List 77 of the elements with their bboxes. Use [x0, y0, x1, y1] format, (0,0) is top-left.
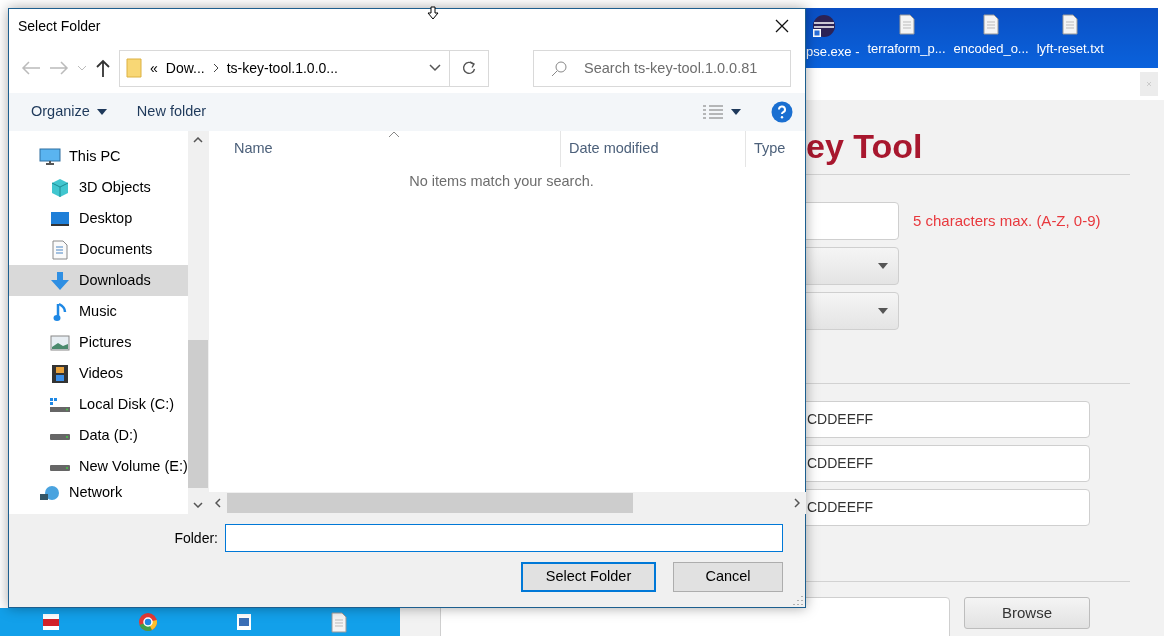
- breadcrumb-item[interactable]: Dow...: [165, 57, 205, 79]
- folder-icon: [126, 58, 142, 78]
- nav-item[interactable]: Network: [9, 482, 188, 504]
- music-note-icon: [53, 301, 67, 322]
- nav-item[interactable]: 3D Objects: [9, 172, 188, 203]
- down-arrow-icon: [50, 270, 70, 291]
- picture-icon: [50, 334, 70, 351]
- chevron-down-icon[interactable]: [192, 502, 203, 508]
- refresh-icon: [462, 61, 476, 75]
- scrollbar-thumb[interactable]: [227, 493, 633, 513]
- nav-item[interactable]: Music: [9, 296, 188, 327]
- breadcrumb-item[interactable]: ts-key-tool.1.0.0...: [226, 57, 338, 79]
- drive-icon: [49, 396, 71, 413]
- computer-icon: [39, 147, 61, 166]
- address-bar[interactable]: « Dow... ts-key-tool.1.0.0...: [119, 49, 450, 87]
- search-icon: [551, 60, 567, 77]
- browse-button[interactable]: Browse: [964, 597, 1090, 629]
- folder-field[interactable]: [225, 524, 783, 552]
- nav-item[interactable]: Videos: [9, 358, 188, 389]
- window-app-icon[interactable]: [812, 14, 836, 38]
- search-field[interactable]: Search ts-key-tool.1.0.0.81: [533, 49, 791, 87]
- organize-menu[interactable]: Organize: [31, 101, 107, 123]
- caret-icon: [96, 109, 107, 115]
- list-view-icon: [702, 105, 724, 119]
- document-icon[interactable]: [897, 14, 916, 35]
- nav-item[interactable]: New Volume (E:): [9, 451, 188, 482]
- desktop-icon-label[interactable]: terraform_p...: [867, 39, 946, 59]
- horizontal-scrollbar[interactable]: [209, 492, 806, 514]
- chevron-up-icon[interactable]: [192, 137, 203, 143]
- desktop-icon-label[interactable]: encoded_o...: [953, 39, 1029, 59]
- nav-item[interactable]: Local Disk (C:): [9, 389, 188, 420]
- document-icon[interactable]: [330, 611, 348, 633]
- desktop-icon-label[interactable]: lyft-reset.txt: [1036, 39, 1104, 59]
- view-menu[interactable]: [702, 105, 741, 119]
- image-file-icon[interactable]: [236, 613, 252, 631]
- vertical-scrollbar[interactable]: [187, 131, 208, 514]
- nav-item[interactable]: This PC: [9, 141, 188, 172]
- empty-message: No items match your search.: [408, 172, 595, 191]
- cube-icon: [50, 177, 70, 198]
- browser-icon[interactable]: [138, 612, 158, 632]
- up-arrow-icon[interactable]: [95, 59, 111, 77]
- nav-item[interactable]: Documents: [9, 234, 188, 265]
- dialog-button[interactable]: Cancel: [673, 562, 783, 592]
- document-icon[interactable]: [982, 14, 1001, 35]
- document-icon[interactable]: [1061, 14, 1080, 35]
- overflow-chevrons[interactable]: «: [150, 57, 158, 79]
- chevron-right-icon: [212, 63, 219, 73]
- document-icon: [52, 239, 68, 260]
- hint-text: 5 characters max. (A-Z, 0-9): [913, 210, 1101, 231]
- chevron-left-icon[interactable]: [215, 498, 221, 508]
- new-folder-button[interactable]: New folder: [136, 101, 207, 123]
- nav-item[interactable]: Data (D:): [9, 420, 188, 451]
- caret-icon: [878, 263, 888, 269]
- network-icon: [39, 485, 61, 501]
- pdf-file-icon[interactable]: [42, 613, 60, 631]
- dropdown-chevron-icon[interactable]: [429, 64, 441, 72]
- scrollbar-thumb[interactable]: [187, 340, 208, 488]
- film-icon: [51, 363, 69, 384]
- monitor-icon: [50, 210, 70, 227]
- resize-grip-icon[interactable]: [793, 595, 803, 605]
- chevron-right-icon[interactable]: [794, 498, 800, 508]
- dialog-button[interactable]: Select Folder: [521, 562, 656, 592]
- sort-caret-icon: [388, 131, 400, 138]
- desktop-icon-label[interactable]: pse.exe -: [806, 42, 860, 62]
- caret-icon: [731, 109, 741, 115]
- help-icon[interactable]: [771, 101, 793, 123]
- nav-item[interactable]: Desktop: [9, 203, 188, 234]
- app-title: ey Tool: [806, 126, 924, 166]
- nav-item[interactable]: Downloads: [9, 265, 188, 296]
- column-header[interactable]: Type: [746, 131, 806, 167]
- dialog-title: Select Folder: [18, 16, 101, 36]
- caret-icon: [878, 308, 888, 314]
- refresh-button[interactable]: [449, 49, 489, 87]
- column-header[interactable]: Name: [209, 131, 561, 167]
- nav-item[interactable]: Pictures: [9, 327, 188, 358]
- folder-label: Folder:: [174, 528, 218, 548]
- column-header[interactable]: Date modified: [561, 131, 746, 167]
